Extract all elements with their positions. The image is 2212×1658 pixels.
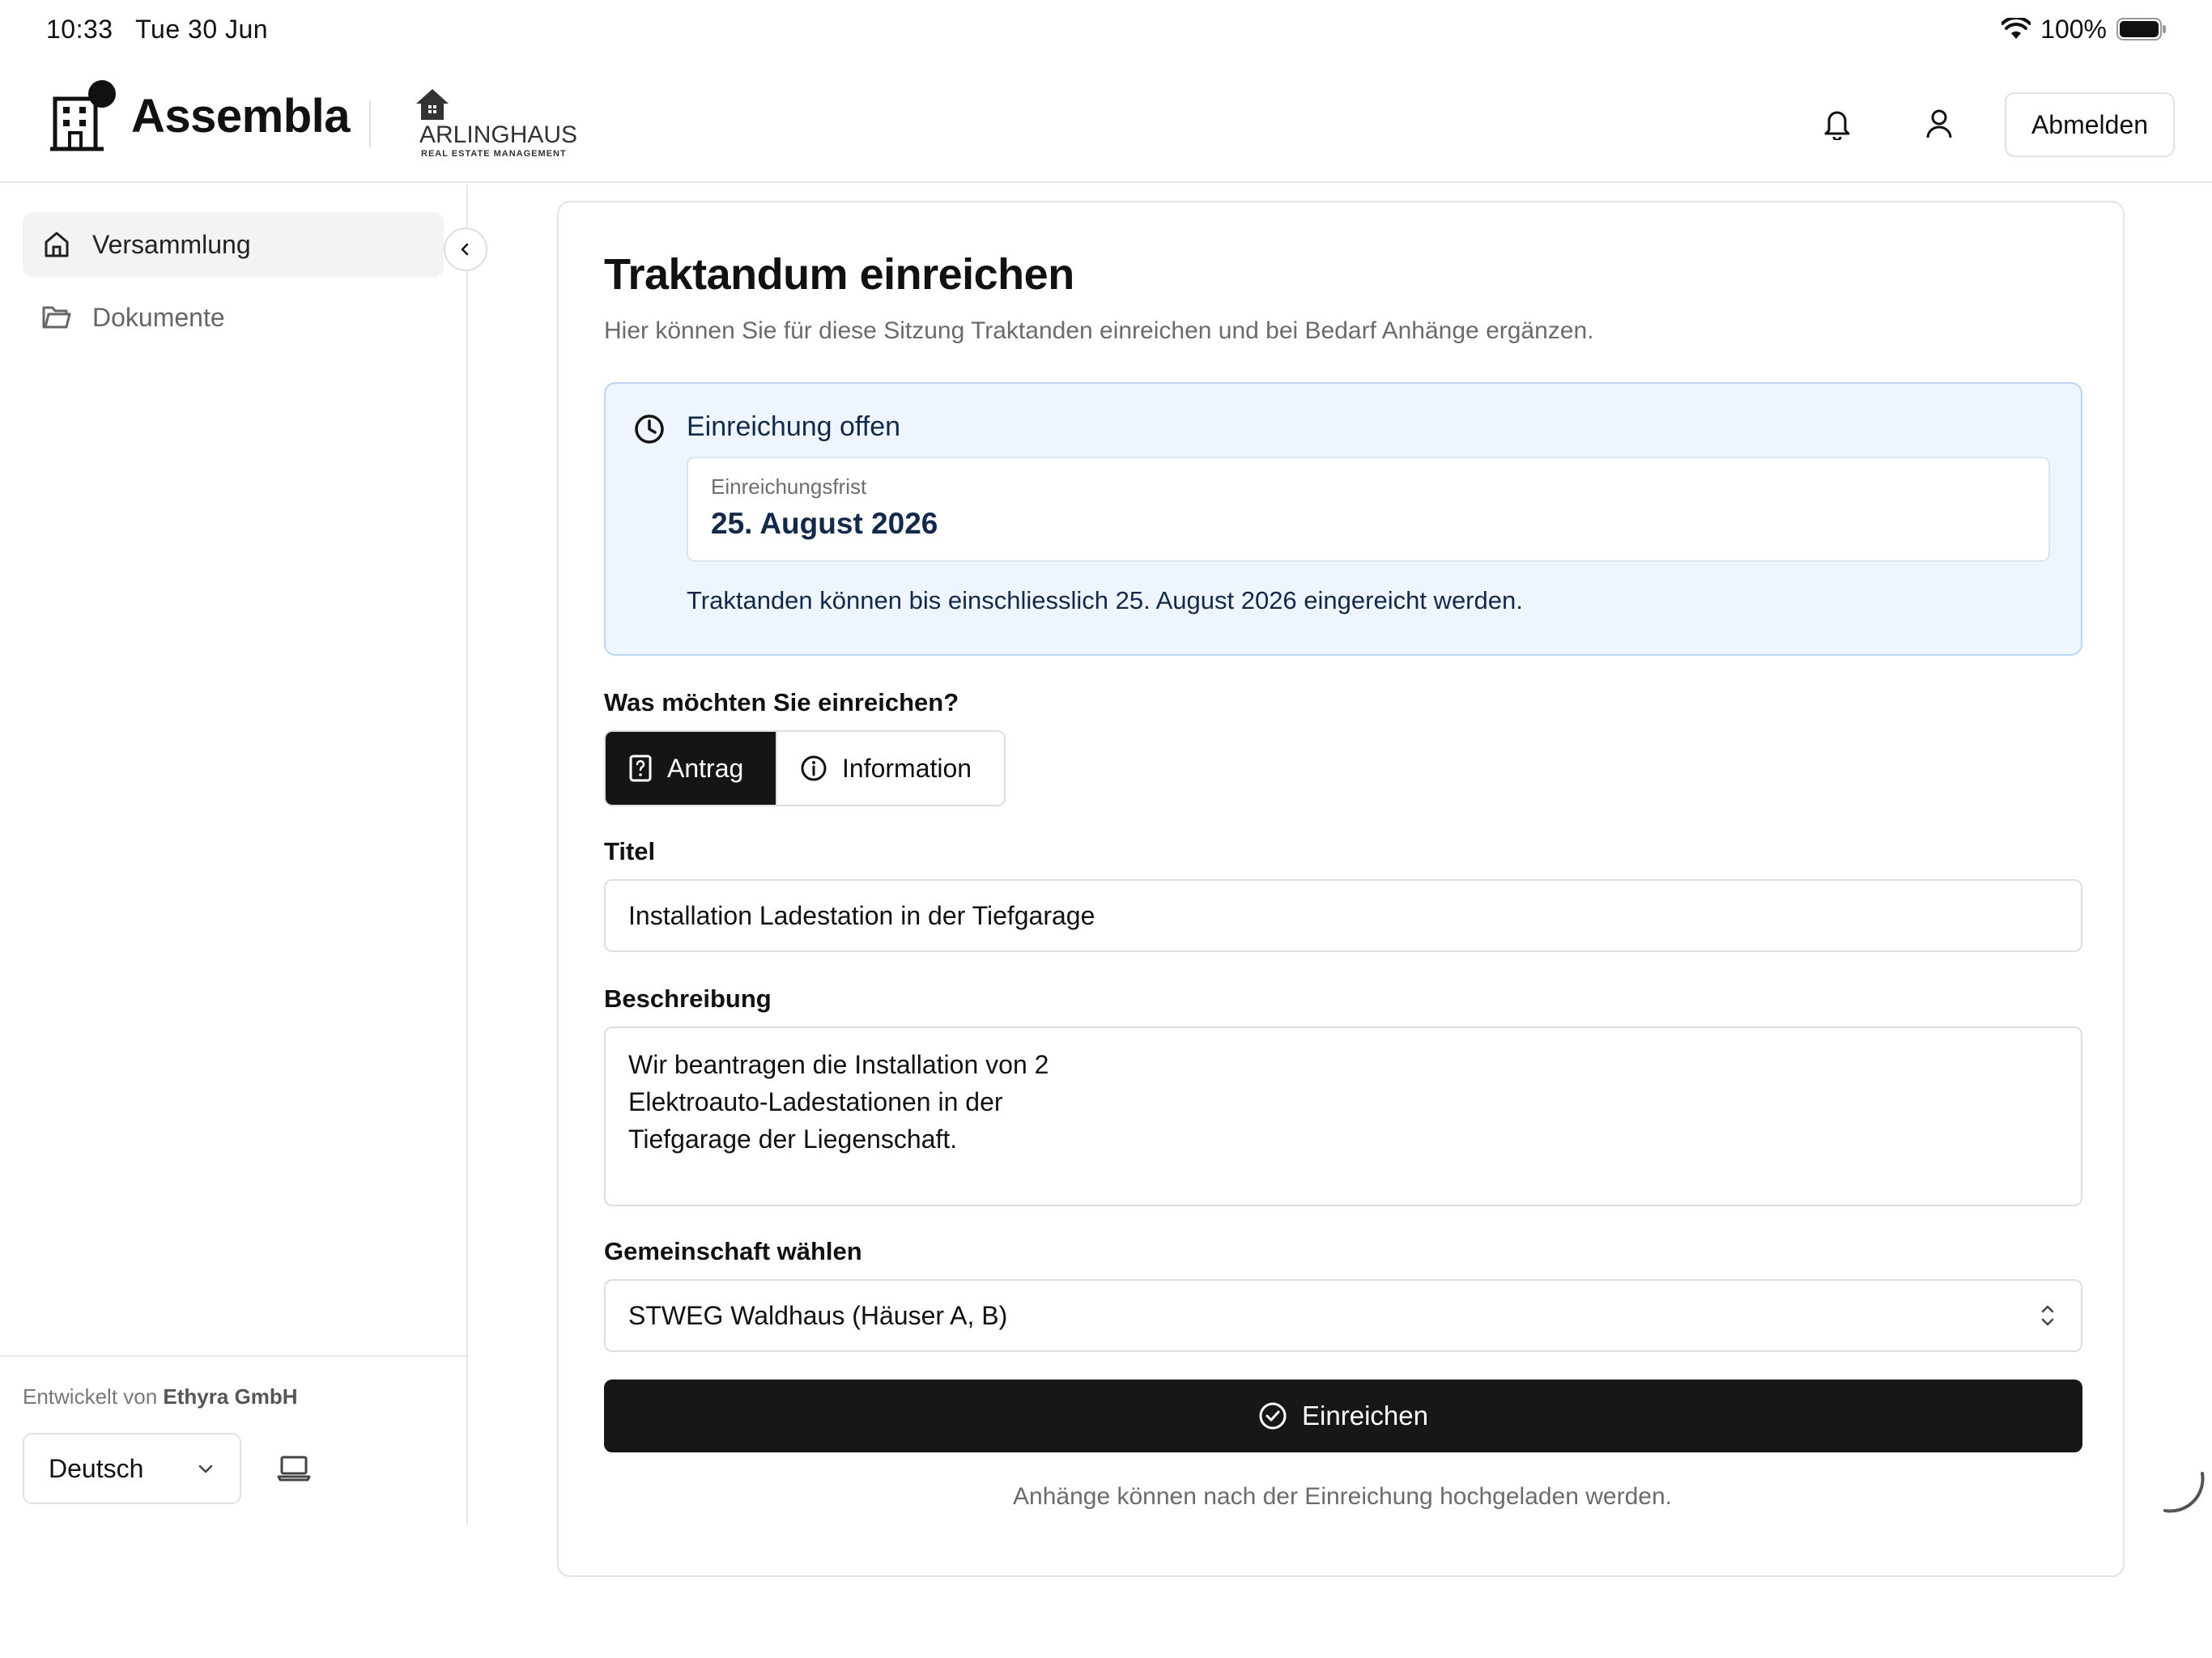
- type-option-label: Antrag: [667, 753, 744, 783]
- deadline-box: Einreichungsfrist 25. August 2026: [687, 457, 2050, 562]
- notifications-button[interactable]: [1817, 104, 1857, 144]
- sidebar-item-label: Dokumente: [92, 302, 225, 332]
- home-icon: [40, 228, 73, 261]
- check-circle-icon: [1259, 1402, 1287, 1430]
- status-time: 10:33: [46, 15, 113, 44]
- title-input-value: Installation Ladestation in der Tiefgara…: [628, 900, 1095, 930]
- laptop-icon[interactable]: [275, 1449, 313, 1486]
- partner-tagline: REAL ESTATE MANAGEMENT: [421, 149, 567, 159]
- type-option-label: Information: [842, 753, 972, 783]
- bell-icon: [1824, 111, 1850, 140]
- battery-percent: 100%: [2040, 14, 2107, 44]
- logo-divider: [369, 100, 371, 147]
- page-subtitle: Hier können Sie für diese Sitzung Trakta…: [604, 317, 1594, 344]
- developer-credit: Entwickelt von Ethyra GmbH: [23, 1384, 298, 1409]
- clock-icon: [635, 414, 664, 444]
- description-label: Beschreibung: [604, 984, 772, 1013]
- developer-company: Ethyra GmbH: [163, 1384, 298, 1409]
- deadline-label: Einreichungsfrist: [711, 474, 867, 499]
- partner-name: ARLINGHAUS: [419, 121, 578, 148]
- app-root: 10:33 Tue 30 Jun 100% Assembla ARLINGHAU…: [0, 0, 2212, 1658]
- logout-button[interactable]: Abmelden: [2005, 92, 2175, 157]
- type-option-information[interactable]: Information: [776, 732, 1004, 805]
- partner-logo: ARLINGHAUS REAL ESTATE MANAGEMENT: [415, 87, 577, 160]
- app-logo-text: Assembla: [131, 90, 351, 142]
- chevron-down-icon: [198, 1465, 213, 1473]
- status-date: Tue 30 Jun: [135, 15, 269, 44]
- type-question-label: Was möchten Sie einreichen?: [604, 688, 959, 716]
- submit-label: Einreichen: [1302, 1401, 1428, 1431]
- description-textarea[interactable]: Wir beantragen die Installation von 2 El…: [604, 1027, 2082, 1206]
- status-time-date: 10:33 Tue 30 Jun: [46, 15, 268, 45]
- house-logo-icon: [416, 89, 449, 120]
- language-value: Deutsch: [49, 1453, 144, 1483]
- sidebar-item-dokumente[interactable]: Dokumente: [23, 285, 444, 350]
- attachments-note: Anhänge können nach der Einreichung hoch…: [1013, 1483, 1672, 1510]
- profile-button[interactable]: [1919, 104, 1959, 144]
- chevron-up-down-icon: [2041, 1305, 2054, 1326]
- building-logo-icon: [50, 80, 116, 151]
- question-file-icon: [629, 755, 652, 782]
- info-icon: [801, 755, 827, 781]
- type-option-antrag[interactable]: Antrag: [606, 732, 776, 805]
- status-indicators: 100%: [2001, 11, 2167, 47]
- submit-button[interactable]: Einreichen: [604, 1380, 2082, 1452]
- submission-type-toggle: Antrag Information: [604, 730, 1006, 806]
- user-icon: [1926, 109, 1952, 138]
- page-title: Traktandum einreichen: [604, 250, 1074, 299]
- chevron-left-icon: [461, 243, 469, 256]
- community-select-value: STWEG Waldhaus (Häuser A, B): [628, 1300, 1008, 1330]
- status-bar: 10:33 Tue 30 Jun 100%: [0, 0, 2212, 58]
- app-header: Assembla ARLINGHAUS REAL ESTATE MANAGEME…: [0, 65, 2212, 183]
- sidebar-footer: Entwickelt von Ethyra GmbH Deutsch: [0, 1355, 466, 1525]
- folder-icon: [40, 301, 73, 334]
- sidebar-item-versammlung[interactable]: Versammlung: [23, 212, 444, 277]
- submission-status-box: Einreichung offen Einreichungsfrist 25. …: [604, 382, 2082, 656]
- developer-prefix: Entwickelt von: [23, 1384, 158, 1409]
- title-label: Titel: [604, 837, 656, 865]
- community-select[interactable]: STWEG Waldhaus (Häuser A, B): [604, 1279, 2082, 1352]
- status-title: Einreichung offen: [687, 411, 901, 442]
- wifi-icon: [2001, 18, 2031, 39]
- community-label: Gemeinschaft wählen: [604, 1237, 862, 1265]
- sidebar: Versammlung Dokumente Entwickelt von Eth…: [0, 185, 487, 1525]
- sidebar-collapse-button[interactable]: [444, 227, 487, 271]
- battery-icon: [2116, 18, 2166, 40]
- title-input[interactable]: Installation Ladestation in der Tiefgara…: [604, 879, 2082, 952]
- deadline-note: Traktanden können bis einschliesslich 25…: [687, 586, 1523, 614]
- language-select[interactable]: Deutsch: [23, 1433, 241, 1504]
- loading-spinner-icon: [2163, 1472, 2205, 1513]
- sidebar-item-label: Versammlung: [92, 229, 251, 259]
- deadline-value: 25. August 2026: [711, 507, 938, 540]
- submission-card: Traktandum einreichen Hier können Sie fü…: [557, 201, 2125, 1577]
